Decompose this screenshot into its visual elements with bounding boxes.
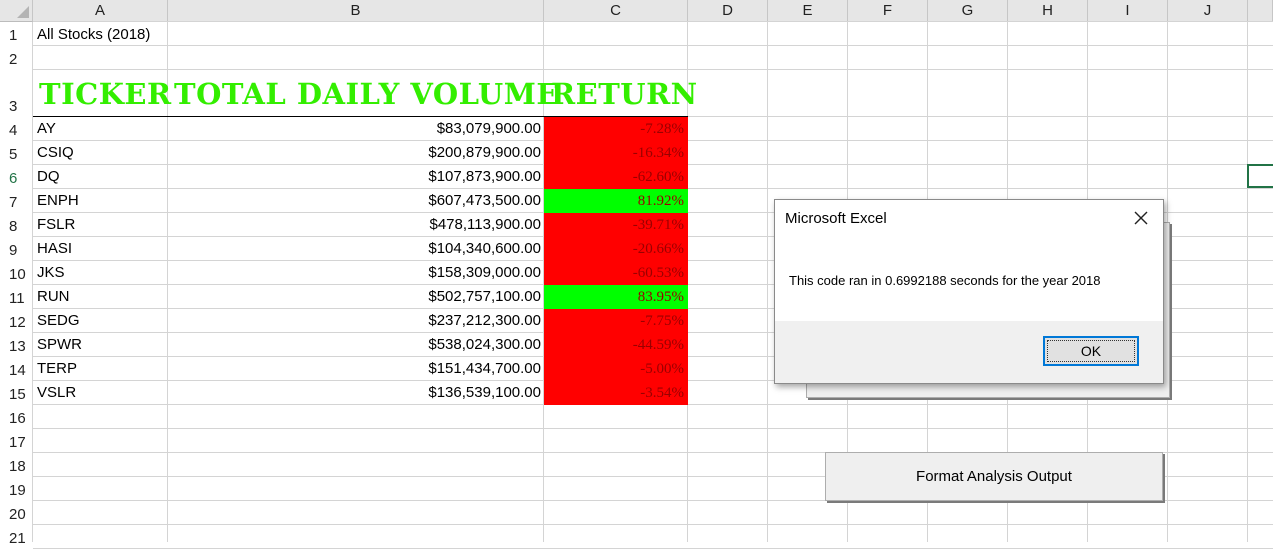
row-header-21[interactable]: 21	[0, 525, 33, 549]
volume-cell[interactable]: $478,113,900.00	[168, 213, 542, 237]
column-header-j[interactable]: J	[1168, 0, 1248, 22]
return-cell[interactable]: -62.60%	[544, 165, 688, 189]
return-header: RETURN	[551, 77, 698, 111]
volume-cell[interactable]: $237,212,300.00	[168, 309, 541, 333]
column-header-f[interactable]: F	[848, 0, 928, 22]
row-header-2[interactable]: 2	[0, 46, 33, 70]
row-header-1[interactable]: 1	[0, 22, 33, 46]
column-header-d[interactable]: D	[688, 0, 768, 22]
ticker-cell[interactable]: ENPH	[37, 189, 79, 213]
row-header-12[interactable]: 12	[0, 309, 33, 333]
row-header-13[interactable]: 13	[0, 333, 33, 357]
ticker-cell[interactable]: SEDG	[37, 309, 80, 333]
cell-a1-title[interactable]: All Stocks (2018)	[37, 22, 150, 46]
ticker-cell[interactable]: DQ	[37, 165, 60, 189]
column-header-c[interactable]: C	[544, 0, 688, 22]
grid-vline	[1247, 22, 1248, 542]
row-header-10[interactable]: 10	[0, 261, 33, 285]
volume-cell[interactable]: $107,873,900.00	[168, 165, 541, 189]
return-cell[interactable]: -39.71%	[544, 213, 688, 237]
return-cell[interactable]: -3.54%	[544, 381, 688, 405]
dialog-title: Microsoft Excel	[785, 210, 887, 227]
ticker-header: TICKER	[39, 77, 172, 111]
row-header-20[interactable]: 20	[0, 501, 33, 525]
return-cell[interactable]: -60.53%	[544, 261, 688, 285]
column-header-a[interactable]: A	[33, 0, 168, 22]
return-cell[interactable]: -44.59%	[544, 333, 688, 357]
select-all-corner[interactable]	[0, 0, 33, 22]
column-header-b[interactable]: B	[168, 0, 544, 22]
volume-cell[interactable]: $502,757,100.00	[168, 285, 541, 309]
volume-cell[interactable]: $104,340,600.00	[168, 237, 541, 261]
dialog-footer: OK	[775, 321, 1163, 383]
close-icon[interactable]	[1129, 206, 1153, 230]
row-header-5[interactable]: 5	[0, 141, 33, 165]
return-cell[interactable]: -5.00%	[544, 357, 688, 381]
grid-vline	[32, 22, 33, 542]
row-header-11[interactable]: 11	[0, 285, 33, 309]
message-dialog: Microsoft Excel This code ran in 0.69921…	[774, 199, 1164, 384]
ticker-cell[interactable]: HASI	[37, 237, 72, 261]
column-header-i[interactable]: I	[1088, 0, 1168, 22]
return-cell[interactable]: -16.34%	[544, 141, 688, 165]
volume-cell[interactable]: $158,309,000.00	[168, 261, 541, 285]
ticker-cell[interactable]: JKS	[37, 261, 65, 285]
grid-hline	[33, 428, 1273, 429]
return-cell[interactable]: 81.92%	[544, 189, 688, 213]
ticker-cell[interactable]: CSIQ	[37, 141, 74, 165]
grid-vline	[767, 22, 768, 542]
column-header-filler	[1248, 0, 1273, 22]
row-header-8[interactable]: 8	[0, 213, 33, 237]
row-header-14[interactable]: 14	[0, 357, 33, 381]
row-header-15[interactable]: 15	[0, 381, 33, 405]
return-cell[interactable]: -20.66%	[544, 237, 688, 261]
volume-cell[interactable]: $83,079,900.00	[168, 117, 541, 141]
row-header-19[interactable]: 19	[0, 477, 33, 501]
ticker-cell[interactable]: VSLR	[37, 381, 76, 405]
format-analysis-output-button[interactable]: Format Analysis Output	[825, 452, 1163, 501]
grid-hline	[33, 21, 1273, 22]
row-header-18[interactable]: 18	[0, 453, 33, 477]
row-header-6[interactable]: 6	[0, 165, 33, 189]
volume-cell[interactable]: $538,024,300.00	[168, 333, 541, 357]
volume-cell[interactable]: $200,879,900.00	[168, 141, 541, 165]
selected-cell[interactable]	[1247, 164, 1273, 188]
grid-hline	[33, 69, 1273, 70]
ticker-cell[interactable]: AY	[37, 117, 56, 141]
volume-cell[interactable]: $151,434,700.00	[168, 357, 541, 381]
row-header-16[interactable]: 16	[0, 405, 33, 429]
column-header-g[interactable]: G	[928, 0, 1008, 22]
volume-cell[interactable]: $136,539,100.00	[168, 381, 541, 405]
grid-hline	[33, 524, 1273, 525]
row-header-3[interactable]: 3	[0, 70, 33, 117]
ticker-cell[interactable]: TERP	[37, 357, 77, 381]
volume-cell[interactable]: $607,473,500.00	[168, 189, 541, 213]
row-header-9[interactable]: 9	[0, 237, 33, 261]
format-analysis-output-label: Format Analysis Output	[916, 468, 1072, 485]
column-header-h[interactable]: H	[1008, 0, 1088, 22]
row-header-4[interactable]: 4	[0, 117, 33, 141]
return-cell[interactable]: -7.75%	[544, 309, 688, 333]
ticker-cell[interactable]: FSLR	[37, 213, 75, 237]
row-header-17[interactable]: 17	[0, 429, 33, 453]
ticker-cell[interactable]: RUN	[37, 285, 70, 309]
row-header-7[interactable]: 7	[0, 189, 33, 213]
return-cell[interactable]: 83.95%	[544, 285, 688, 309]
column-header-e[interactable]: E	[768, 0, 848, 22]
volume-header: TOTAL DAILY VOLUME	[174, 77, 559, 111]
grid-hline	[33, 45, 1273, 46]
dialog-message: This code ran in 0.6992188 seconds for t…	[789, 273, 1101, 288]
return-cell[interactable]: -7.28%	[544, 117, 688, 141]
ok-button[interactable]: OK	[1043, 336, 1139, 366]
ticker-cell[interactable]: SPWR	[37, 333, 82, 357]
